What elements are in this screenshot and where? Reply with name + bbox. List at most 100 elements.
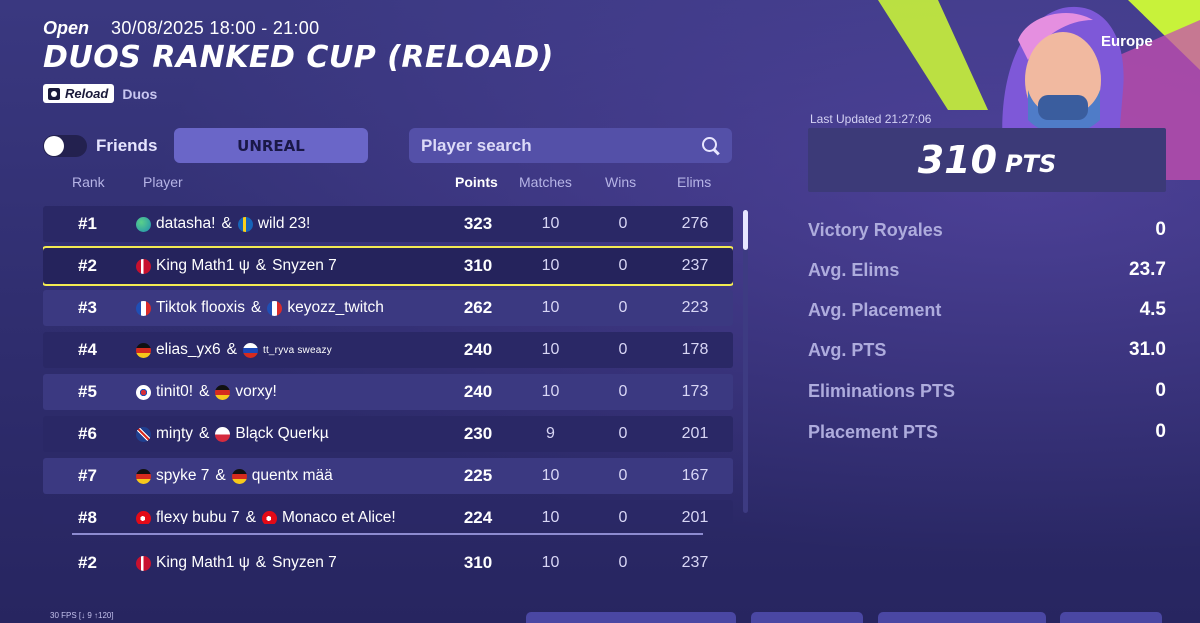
player-one-name: King Math1 ψ <box>156 257 250 274</box>
row-points: 225 <box>463 466 493 485</box>
france-flag-icon <box>136 300 151 316</box>
row-elims: 237 <box>681 257 709 274</box>
friends-label: Friends <box>96 136 158 155</box>
row-wins: 0 <box>618 554 628 571</box>
reload-badge-label: Reload <box>65 86 109 101</box>
germany-flag-icon <box>136 468 151 484</box>
row-rank: #6 <box>78 424 97 443</box>
row-elims: 167 <box>681 467 709 484</box>
row-points: 262 <box>463 298 493 317</box>
event-status-line: Open 30/08/2025 18:00 - 21:00 <box>43 18 319 39</box>
fps-counter: 30 FPS [↓ 9 ↑120] <box>50 611 114 620</box>
bottom-action-button[interactable] <box>878 612 1046 623</box>
bottom-action-button[interactable] <box>1060 612 1162 623</box>
player-search-input[interactable] <box>421 135 702 156</box>
last-updated: Last Updated 21:27:06 <box>810 112 932 126</box>
player-two-name: quentx mää <box>251 467 333 484</box>
leaderboard-row[interactable]: #1 datasha! & wild 23! 323 10 0 276 <box>43 206 733 242</box>
total-points-value: 310 <box>917 138 998 182</box>
row-matches: 10 <box>541 383 560 400</box>
bottom-action-button[interactable] <box>751 612 863 623</box>
column-matches[interactable]: Matches <box>519 174 572 190</box>
player-search[interactable] <box>409 128 732 163</box>
leaderboard-row[interactable]: #7 spyke 7 & quentx mää 225 10 0 167 <box>43 458 733 494</box>
stat-label: Victory Royales <box>808 219 943 240</box>
stat-victory-royales: Victory Royales 0 <box>808 218 1166 242</box>
stat-avg-pts: Avg. PTS 31.0 <box>808 338 1166 362</box>
ampersand: & <box>226 341 237 358</box>
row-matches: 10 <box>541 554 560 571</box>
row-elims: 276 <box>681 215 709 232</box>
reload-badge: Reload <box>43 84 115 103</box>
stat-label: Avg. Elims <box>808 259 900 280</box>
bottom-action-button[interactable] <box>526 612 736 623</box>
row-wins: 0 <box>618 509 628 524</box>
division-filter-button[interactable]: UNREAL <box>174 128 368 163</box>
leaderboard-row-selected[interactable]: #2 King Math1 ψ & Snyzen 7 310 10 0 237 <box>43 246 733 286</box>
stat-value: 23.7 <box>1129 259 1166 280</box>
column-points[interactable]: Points <box>455 174 498 190</box>
row-matches: 10 <box>541 257 560 274</box>
leaderboard-row[interactable]: #3 Tiktok flooxis & keyozz_twitch 262 10… <box>43 290 733 326</box>
row-wins: 0 <box>618 341 628 358</box>
player-two-name: vorxy! <box>235 383 277 400</box>
row-players: tinit0! & vorxy! <box>136 374 277 410</box>
column-rank: Rank <box>72 174 105 190</box>
row-players: flexy bubu 7 & Monaco et Alice! <box>136 500 396 524</box>
player-two-name: tt_ryva sweazy <box>262 344 332 356</box>
ampersand: & <box>199 425 210 442</box>
leaderboard-row[interactable]: #8 flexy bubu 7 & Monaco et Alice! 224 1… <box>43 500 733 524</box>
stat-value: 0 <box>1155 421 1166 442</box>
row-points: 310 <box>463 256 493 275</box>
player-one-name: spyke 7 <box>156 467 210 484</box>
row-matches: 10 <box>541 299 560 316</box>
row-rank: #7 <box>78 466 97 485</box>
row-points: 240 <box>463 340 493 359</box>
toggle-knob <box>44 136 64 156</box>
row-matches: 10 <box>541 467 560 484</box>
column-elims[interactable]: Elims <box>677 174 711 190</box>
page-title: DUOS RANKED CUP (RELOAD) <box>43 40 554 75</box>
column-wins[interactable]: Wins <box>605 174 636 190</box>
leaderboard-row[interactable]: #4 elias_yx6 & tt_ryva sweazy 240 10 0 1… <box>43 332 733 368</box>
row-wins: 0 <box>618 299 628 316</box>
stat-value: 31.0 <box>1129 339 1166 360</box>
leaderboard-row-own[interactable]: #2 King Math1 ψ & Snyzen 7 310 10 0 237 <box>43 545 733 581</box>
player-one-name: datasha! <box>156 215 216 232</box>
row-players: datasha! & wild 23! <box>136 206 310 242</box>
player-two-name: Monaco et Alice! <box>281 509 396 524</box>
row-players: King Math1 ψ & Snyzen 7 <box>136 248 337 284</box>
ampersand: & <box>221 215 232 232</box>
friends-toggle[interactable] <box>43 135 87 157</box>
total-points-box: 310 PTS <box>808 128 1166 192</box>
row-matches: 10 <box>541 509 560 524</box>
player-one-name: Tiktok flooxis <box>156 299 246 316</box>
row-rank: #4 <box>78 340 97 359</box>
row-rank: #2 <box>78 553 97 572</box>
player-one-name: miŋty <box>156 425 194 442</box>
leaderboard-row[interactable]: #5 tinit0! & vorxy! 240 10 0 173 <box>43 374 733 410</box>
row-wins: 0 <box>618 425 628 442</box>
leaderboard-row[interactable]: #6 miŋty & Bląck Querkµ 230 9 0 201 <box>43 416 733 452</box>
row-rank: #8 <box>78 508 97 524</box>
stat-eliminations-pts: Eliminations PTS 0 <box>808 379 1166 403</box>
row-wins: 0 <box>618 215 628 232</box>
row-elims: 237 <box>681 554 709 571</box>
leaderboard-scrollbar[interactable] <box>743 210 748 513</box>
ampersand: & <box>199 383 210 400</box>
row-rank: #3 <box>78 298 97 317</box>
stat-value: 0 <box>1155 219 1166 240</box>
russia-flag-icon <box>242 342 258 358</box>
ampersand: & <box>215 467 226 484</box>
row-points: 230 <box>463 424 493 443</box>
event-tags: Reload Duos <box>43 84 157 103</box>
leaderboard-list[interactable]: #1 datasha! & wild 23! 323 10 0 276 #2 K… <box>43 206 733 524</box>
mode-tag: Duos <box>122 85 158 102</box>
event-datetime: 30/08/2025 18:00 - 21:00 <box>111 18 320 38</box>
row-matches: 9 <box>546 425 555 442</box>
scrollbar-thumb[interactable] <box>743 210 748 250</box>
poland-flag-icon <box>215 426 231 442</box>
search-icon[interactable] <box>702 136 720 155</box>
stat-label: Eliminations PTS <box>808 380 956 401</box>
denmark-flag-icon <box>136 555 151 571</box>
